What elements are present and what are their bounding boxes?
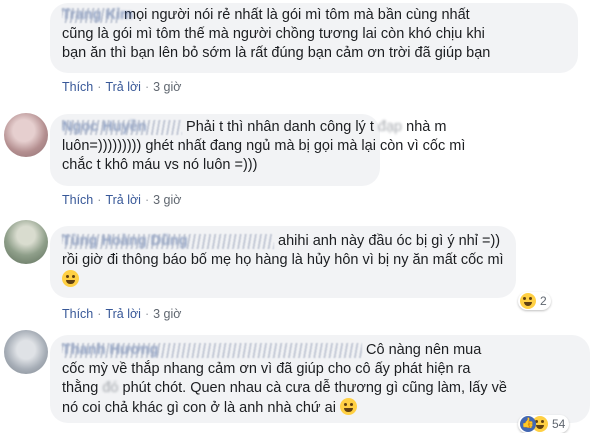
blurred-word: đó (102, 380, 119, 396)
comment-bubble: Trang Kim mọi người nói rẻ nhất là gói m… (50, 3, 578, 73)
comment-time[interactable]: 3 giờ (153, 80, 181, 94)
laughing-emoji-icon (62, 270, 79, 287)
avatar[interactable] (4, 113, 48, 157)
comment-author[interactable]: Tùng Hoàng Dũng (62, 232, 274, 251)
reply-link[interactable]: Trả lời (105, 307, 141, 321)
reaction-summary[interactable]: 2 (518, 292, 551, 310)
comment-bubble: Ngọc Huyền Phải t thì nhân danh công lý … (50, 114, 466, 186)
comment-text-line: cũng là gói mì tôm thế mà người chồng tư… (62, 26, 485, 42)
comment-text-line: ahihi anh này đầu óc bị gì ý nhỉ =)) (278, 233, 501, 249)
comment-time[interactable]: 3 giờ (153, 193, 181, 207)
comment-text-line: phút chót. Quen nhau cà cưa dễ thương gì… (122, 380, 507, 396)
comment-author[interactable]: Ngọc Huyền (62, 118, 182, 137)
like-link[interactable]: Thích (62, 307, 93, 321)
comment-text-line: mọi người nói rẻ nhất là gói mì tôm mà b… (124, 7, 470, 23)
comment-actions: Thích · Trả lời · 3 giờ (62, 80, 182, 94)
comment-text-line: chắc t khô máu vs nó luôn =))) (62, 157, 258, 173)
blurred-word: đạp (377, 119, 403, 135)
reply-link[interactable]: Trả lời (105, 80, 141, 94)
like-link[interactable]: Thích (62, 193, 93, 207)
comment-text-line: Phải t thì nhân danh công lý t (186, 119, 374, 135)
comment-author[interactable]: Thanh Hương (62, 341, 362, 360)
reaction-count: 54 (552, 417, 566, 431)
comment-text-line: nó coi chả khác gì con ở là anh nhà chứ … (62, 400, 336, 416)
comment-bubble: Thanh Hương Cô nàng nên mua cốc mỳ về th… (50, 335, 590, 423)
comment-actions: Thích · Trả lời · 3 giờ (62, 307, 182, 321)
comment-text-line: cốc mỳ về thắp nhang cảm ơn vì đã giúp c… (62, 361, 471, 377)
reply-link[interactable]: Trả lời (105, 193, 141, 207)
comment-time[interactable]: 3 giờ (153, 307, 181, 321)
like-link[interactable]: Thích (62, 80, 93, 94)
comment-text-line: rồi giờ đi thông báo bố mẹ họ hàng là hủ… (62, 252, 504, 268)
laughing-emoji-icon (339, 398, 357, 415)
reaction-count: 2 (540, 294, 547, 308)
comment-author[interactable]: Trang Kim (62, 6, 133, 25)
comment-text-line: Cô nàng nên mua (366, 342, 482, 358)
reaction-summary[interactable]: 👍 54 (518, 415, 570, 433)
comment-text-line: luôn=))))))))) ghét nhất đang ngủ mà bị … (62, 138, 466, 154)
comment-actions: Thích · Trả lời · 3 giờ (62, 193, 182, 207)
comment-bubble: Tùng Hoàng Dũng ahihi anh này đầu óc bị … (50, 226, 516, 298)
haha-reaction-icon (520, 293, 536, 309)
comment-text-line: bạn ăn thì bạn lên bỏ sớm là rất đúng bạ… (62, 45, 491, 61)
avatar[interactable] (4, 220, 48, 264)
avatar[interactable] (4, 330, 48, 374)
